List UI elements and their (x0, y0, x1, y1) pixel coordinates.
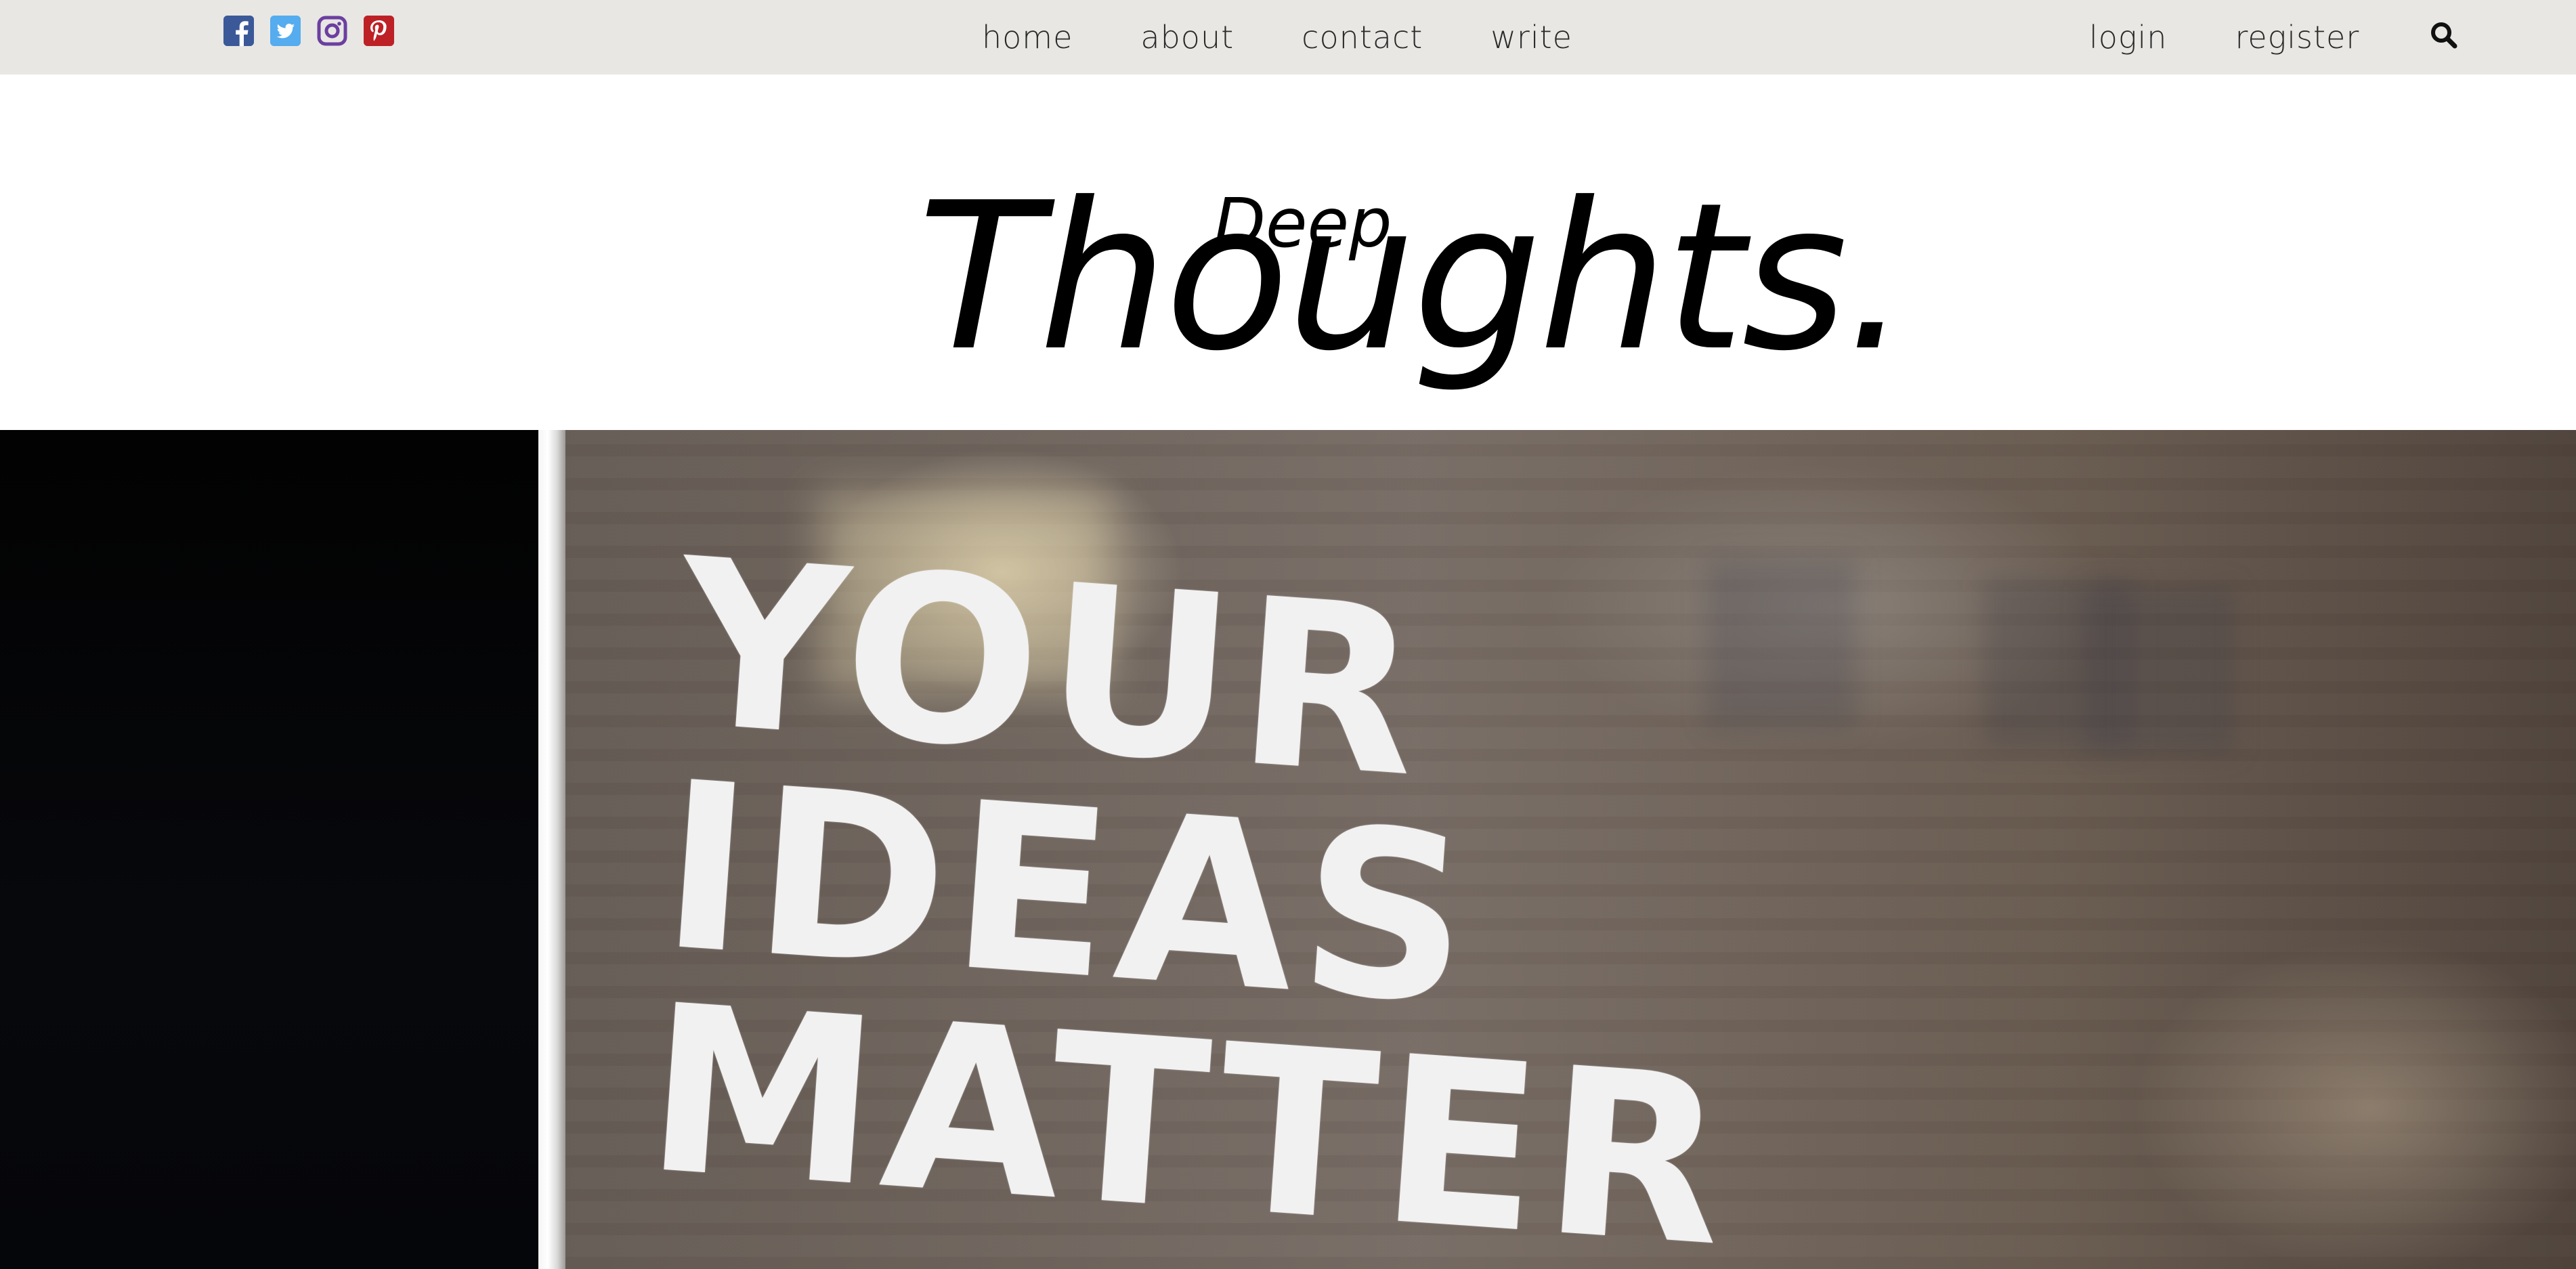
nav-link-contact[interactable]: contact (1302, 19, 1423, 56)
site-logo-subtitle: Deep (1214, 184, 1392, 263)
instagram-icon[interactable] (317, 16, 347, 46)
hero-window-frame (538, 430, 565, 1269)
hero-image: YOUR IDEAS MATTER (0, 430, 2576, 1269)
social-links (223, 16, 394, 46)
twitter-icon[interactable] (270, 16, 301, 46)
main-nav: home about contact write (982, 0, 1572, 74)
pinterest-icon[interactable] (364, 16, 394, 46)
hero-dark-panel (0, 430, 538, 1269)
nav-link-home[interactable]: home (982, 19, 1073, 56)
site-logo-title[interactable]: Thoughts. (918, 176, 1910, 379)
facebook-icon[interactable] (223, 16, 254, 46)
nav-link-about[interactable]: about (1140, 19, 1234, 56)
nav-link-write[interactable]: write (1490, 19, 1572, 56)
site-header: Thoughts. Deep (0, 74, 2576, 430)
nav-link-login[interactable]: login (2089, 19, 2167, 56)
hero-headline-line: MATTER (639, 955, 1740, 1269)
top-nav-bar: home about contact write login register (0, 0, 2576, 74)
nav-link-register[interactable]: register (2235, 19, 2359, 56)
account-nav: login register (2089, 0, 2359, 74)
search-icon[interactable] (2428, 19, 2460, 51)
hero-headline: YOUR IDEAS MATTER (639, 509, 1769, 1269)
hero-reflected-window (2086, 586, 2235, 755)
